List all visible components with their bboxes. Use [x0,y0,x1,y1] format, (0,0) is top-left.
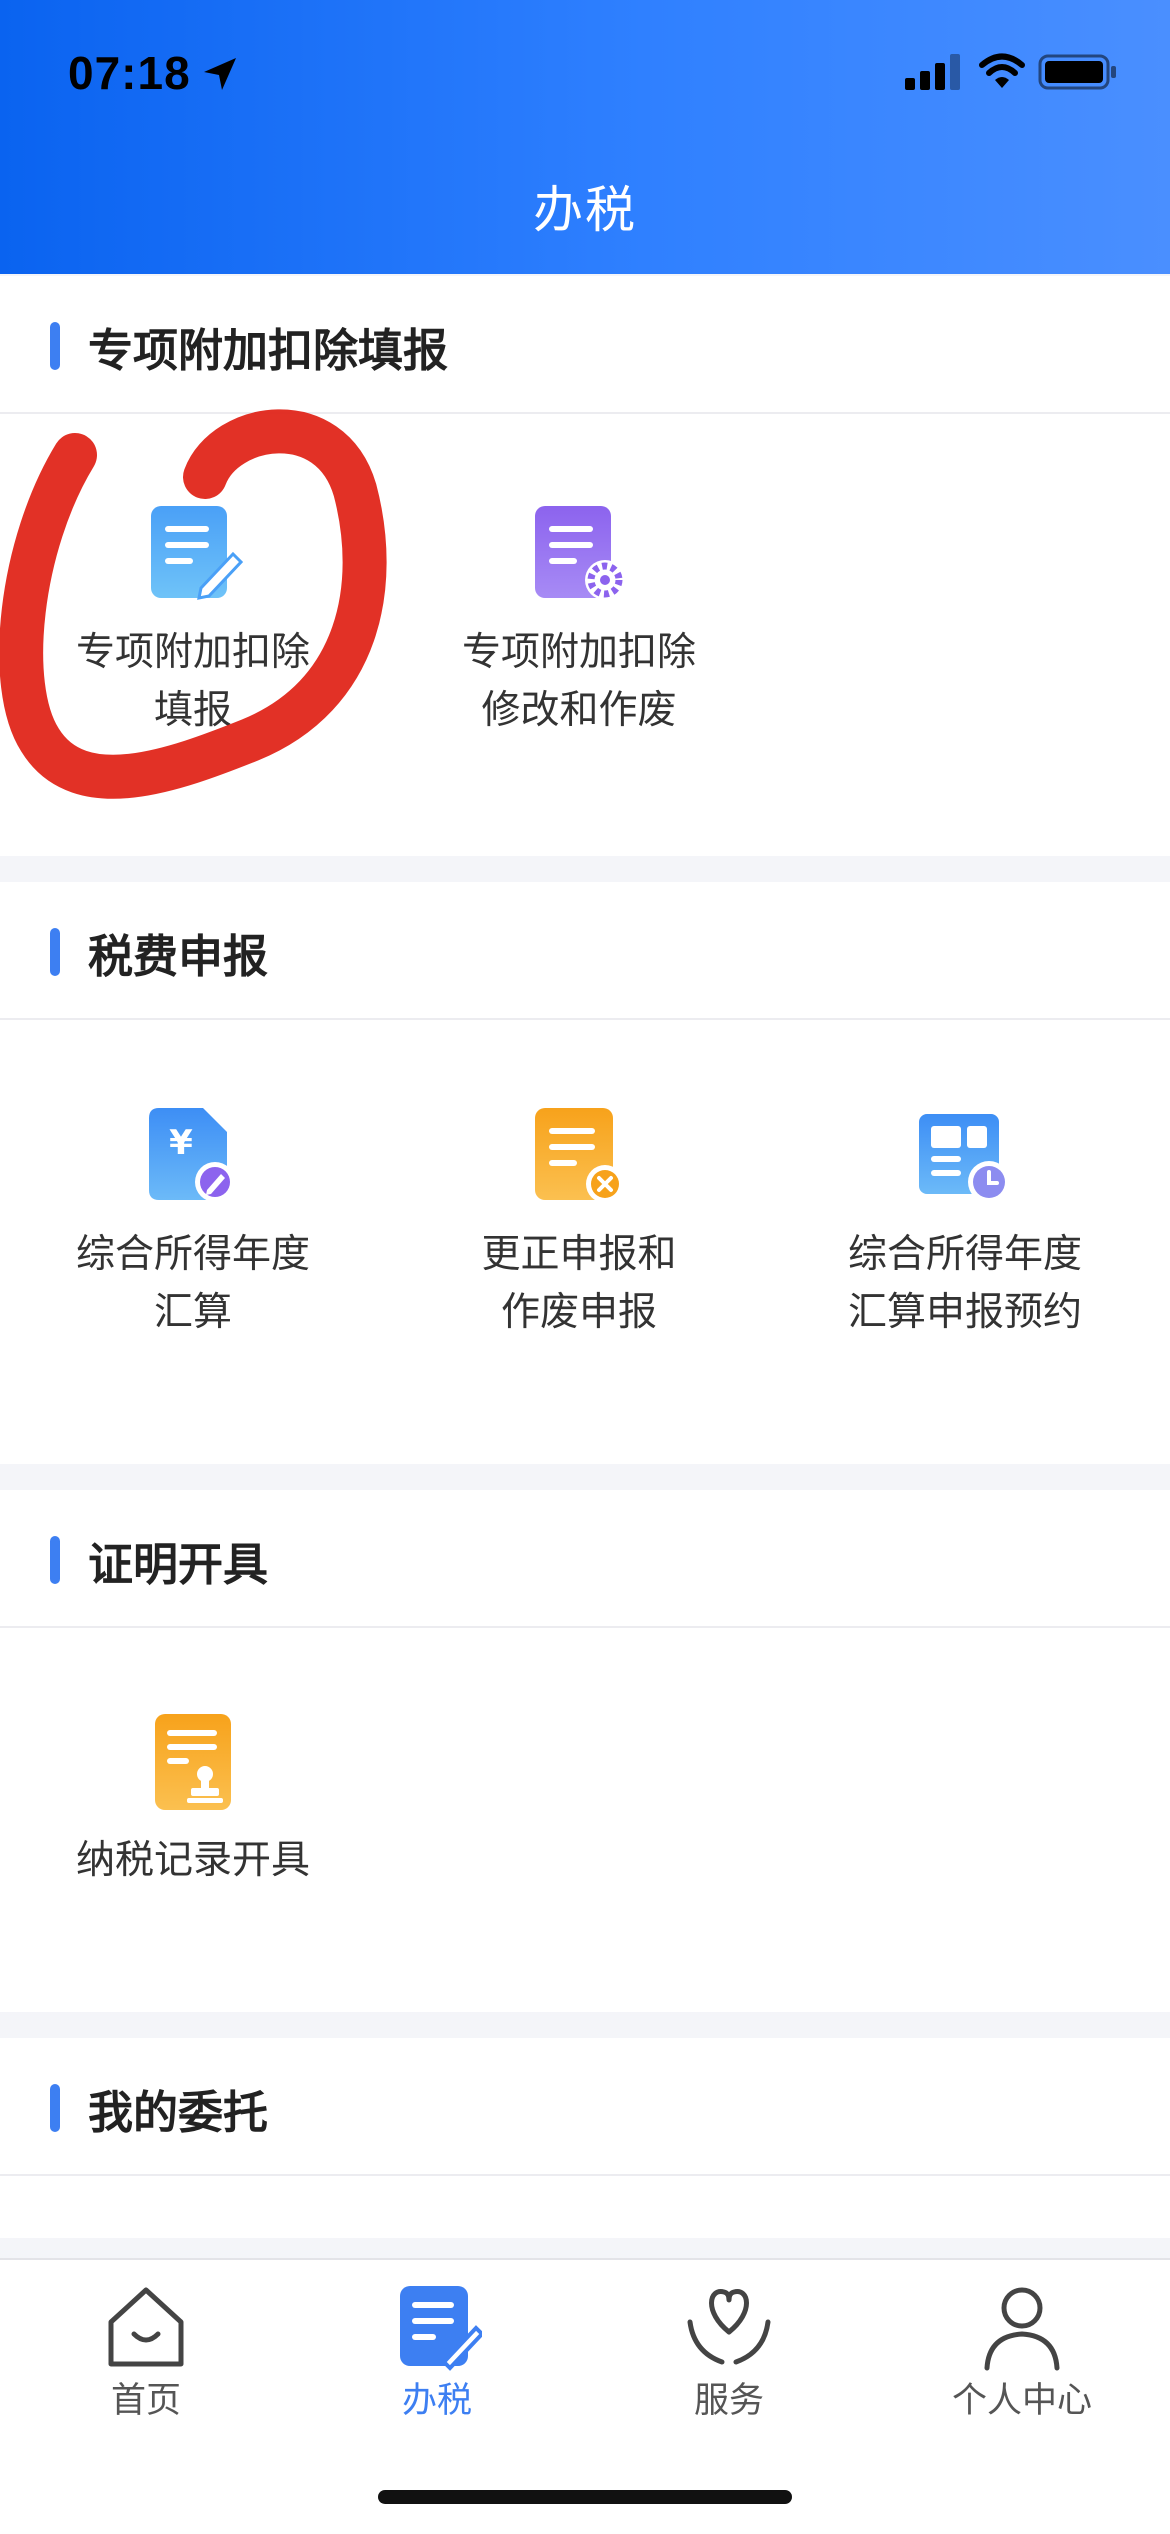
tile-label: 纳税记录开具 [75,1838,310,1883]
doc-gear-icon [535,506,625,600]
section-accent-bar [50,1536,60,1584]
person-icon [984,2287,1060,2371]
doc-cancel-icon [535,1108,624,1203]
tile-label: 综合所得年度 汇算申报预约 [847,1232,1082,1335]
calendar-clock-icon [919,1114,1010,1203]
doc-stamp-icon [155,1714,231,1810]
tile-annual-settlement[interactable]: ¥ 综合所得年度 汇算 [0,1106,386,1342]
section-certificate: 证明开具 纳税记录开具 [0,1490,1170,2012]
page-title: 办税 [533,181,637,239]
yen-doc-icon: ¥ [149,1108,235,1202]
section-accent-bar [50,928,60,976]
section-title: 证明开具 [88,1538,269,1591]
battery-icon [1038,54,1116,90]
location-arrow-icon [204,58,236,90]
tile-settlement-appointment[interactable]: 综合所得年度 汇算申报预约 [772,1106,1158,1342]
section-accent-bar [50,2084,60,2132]
tile-label: 专项附加扣除 修改和作废 [461,630,696,733]
status-bar: 07:18 [0,40,1170,110]
header: 07:18 办税 [0,0,1170,274]
section-title: 税费申报 [88,930,269,983]
tab-tax[interactable]: 办税 [357,2282,517,2423]
section-title: 专项附加扣除填报 [88,324,449,377]
wifi-icon [979,53,1025,88]
section-header: 税费申报 [0,882,1170,1020]
tab-label: 服务 [693,2381,764,2421]
tab-label: 个人中心 [951,2381,1092,2421]
cellular-signal-icon [905,54,960,90]
heart-hands-icon [687,2289,771,2365]
tax-doc-icon [400,2286,482,2371]
tab-profile[interactable]: 个人中心 [942,2282,1102,2423]
section-my-entrustment: 我的委托 [0,2038,1170,2238]
section-header: 专项附加扣除填报 [0,276,1170,414]
section-tax-filing: 税费申报 ¥ 综合所得年度 汇算 更正申报和 作废申报 综合所得年度 汇算申报预… [0,882,1170,1464]
home-indicator[interactable] [378,2490,792,2504]
tab-service[interactable]: 服务 [649,2282,809,2423]
tile-label: 更正申报和 作废申报 [481,1232,677,1335]
tab-home[interactable]: 首页 [66,2282,226,2423]
status-time: 07:18 [68,47,191,99]
tab-label: 首页 [110,2381,181,2421]
tab-label: 办税 [401,2381,472,2421]
home-icon [108,2287,184,2367]
tile-correct-cancel-filing[interactable]: 更正申报和 作废申报 [386,1106,772,1342]
section-accent-bar [50,322,60,370]
tile-special-deduction-modify[interactable]: 专项附加扣除 修改和作废 [386,504,772,740]
svg-text:¥: ¥ [169,1123,193,1163]
section-header: 我的委托 [0,2038,1170,2176]
section-title: 我的委托 [88,2086,269,2139]
red-annotation-circle [0,409,387,799]
tile-tax-record[interactable]: 纳税记录开具 [0,1712,386,1890]
tile-label: 综合所得年度 汇算 [75,1232,310,1335]
section-header: 证明开具 [0,1490,1170,1628]
